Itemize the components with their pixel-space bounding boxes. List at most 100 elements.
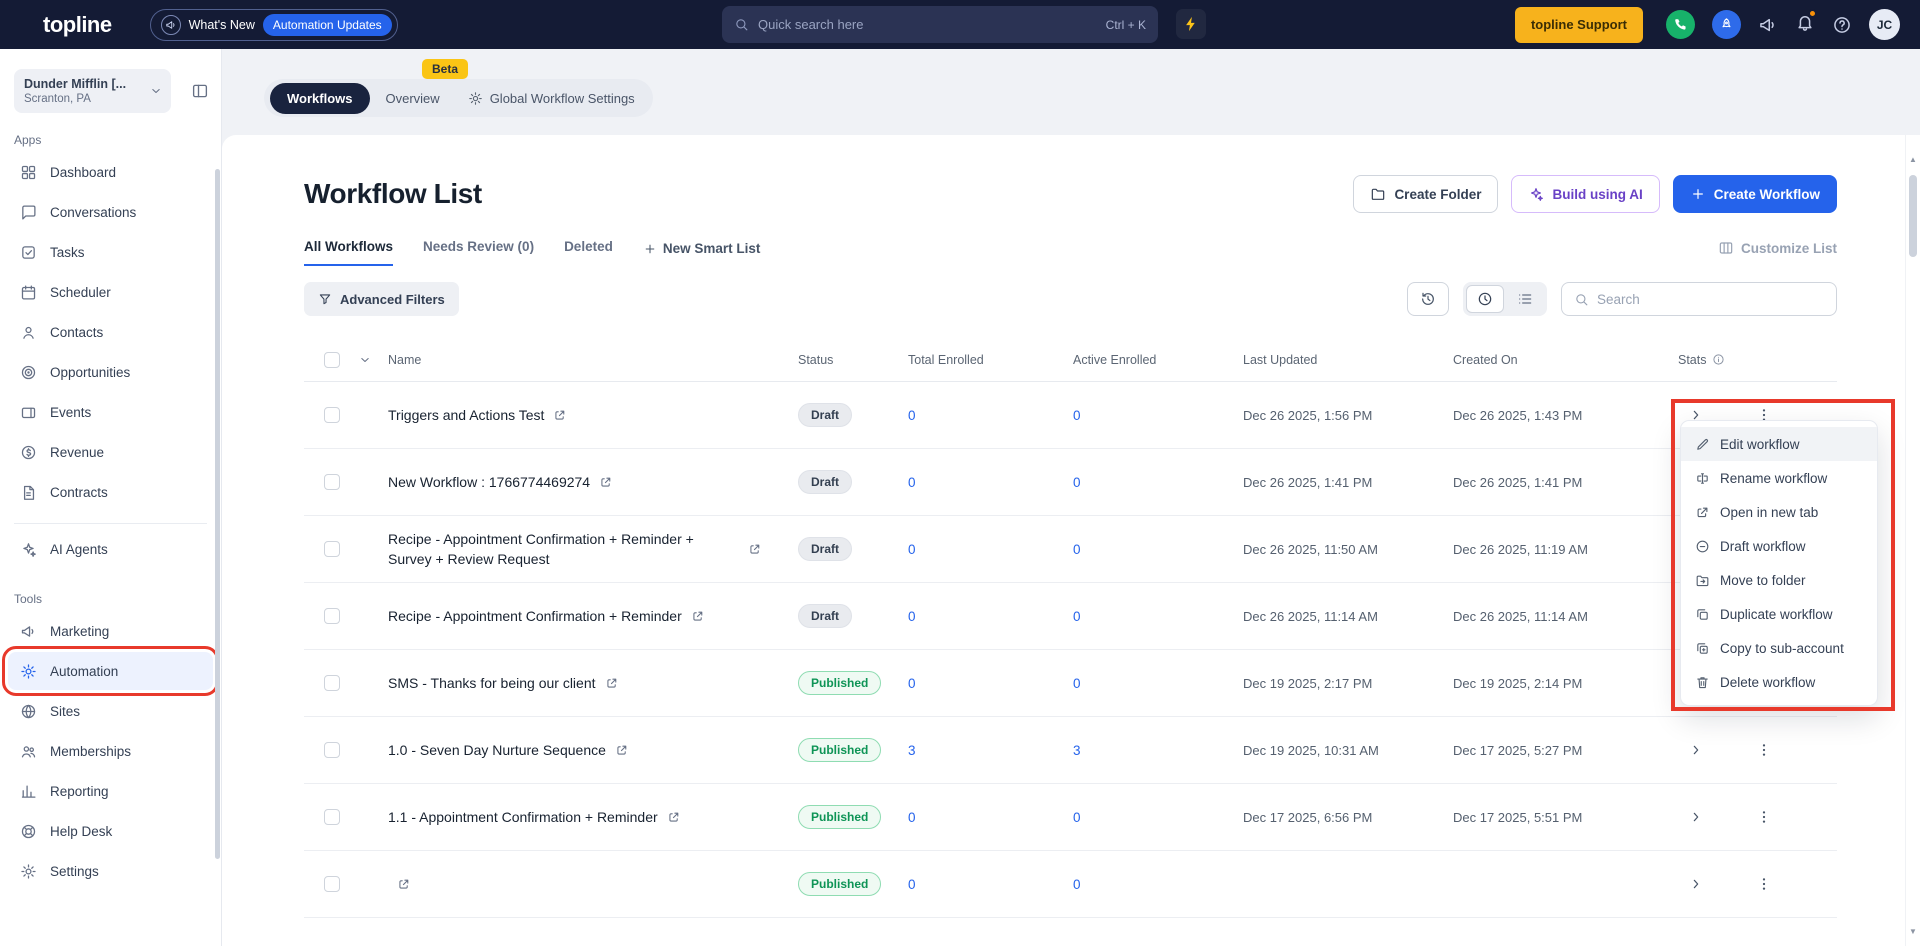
active-enrolled-link[interactable]: 3	[1073, 743, 1243, 758]
open-workflow-icon[interactable]	[615, 743, 629, 757]
scrollbar-thumb[interactable]	[1909, 175, 1917, 257]
panel-scrollbar[interactable]: ▲ ▼	[1905, 135, 1920, 946]
sidebar-item-sites[interactable]: Sites	[8, 692, 213, 730]
tab-needs-review-0[interactable]: Needs Review (0)	[423, 239, 534, 266]
sidebar-item-automation[interactable]: Automation	[8, 652, 213, 690]
active-enrolled-link[interactable]: 0	[1073, 475, 1243, 490]
collapse-sidebar-button[interactable]	[191, 82, 209, 100]
menu-item-move-to-folder[interactable]: Move to folder	[1681, 563, 1877, 597]
open-workflow-icon[interactable]	[553, 408, 567, 422]
menu-item-duplicate-workflow[interactable]: Duplicate workflow	[1681, 597, 1877, 631]
support-button[interactable]: topline Support	[1515, 7, 1643, 43]
open-workflow-icon[interactable]	[397, 877, 411, 891]
expand-all-chevron[interactable]	[358, 353, 372, 367]
sidebar-item-memberships[interactable]: Memberships	[8, 732, 213, 770]
sidebar-item-ai-agents[interactable]: AI Agents	[8, 530, 213, 568]
open-workflow-icon[interactable]	[605, 676, 619, 690]
sidebar-item-events[interactable]: Events	[8, 393, 213, 431]
sidebar-item-help-desk[interactable]: Help Desk	[8, 812, 213, 850]
menu-item-copy-to-sub-account[interactable]: Copy to sub-account	[1681, 631, 1877, 665]
workflow-name[interactable]: Triggers and Actions Test	[388, 405, 544, 425]
total-enrolled-link[interactable]: 0	[908, 810, 1073, 825]
tab-global-workflow-settings[interactable]: Global Workflow Settings	[456, 83, 647, 114]
sidebar-item-contacts[interactable]: Contacts	[8, 313, 213, 351]
row-checkbox[interactable]	[324, 809, 340, 825]
row-checkbox[interactable]	[324, 407, 340, 423]
workflow-name[interactable]: Recipe - Appointment Confirmation + Remi…	[388, 529, 739, 570]
menu-item-open-in-new-tab[interactable]: Open in new tab	[1681, 495, 1877, 529]
row-checkbox[interactable]	[324, 675, 340, 691]
menu-item-rename-workflow[interactable]: Rename workflow	[1681, 461, 1877, 495]
menu-item-draft-workflow[interactable]: Draft workflow	[1681, 529, 1877, 563]
workflow-name[interactable]: 1.0 - Seven Day Nurture Sequence	[388, 740, 606, 760]
total-enrolled-link[interactable]: 0	[908, 475, 1073, 490]
create-workflow-button[interactable]: Create Workflow	[1673, 175, 1837, 213]
customize-list-button[interactable]: Customize List	[1718, 240, 1837, 266]
sidebar-item-reporting[interactable]: Reporting	[8, 772, 213, 810]
row-actions-button[interactable]	[1750, 870, 1778, 898]
announcements-button[interactable]	[1758, 15, 1778, 35]
active-enrolled-link[interactable]: 0	[1073, 877, 1243, 892]
tab-workflows[interactable]: Workflows	[270, 83, 370, 114]
row-actions-button[interactable]	[1750, 803, 1778, 831]
open-workflow-icon[interactable]	[691, 609, 705, 623]
row-checkbox[interactable]	[324, 541, 340, 557]
menu-item-delete-workflow[interactable]: Delete workflow	[1681, 665, 1877, 699]
sidebar-item-scheduler[interactable]: Scheduler	[8, 273, 213, 311]
table-search[interactable]	[1561, 282, 1837, 316]
row-checkbox[interactable]	[324, 742, 340, 758]
row-stats-expand[interactable]	[1688, 876, 1704, 892]
total-enrolled-link[interactable]: 0	[908, 877, 1073, 892]
active-enrolled-link[interactable]: 0	[1073, 810, 1243, 825]
row-checkbox[interactable]	[324, 876, 340, 892]
build-using-ai-button[interactable]: Build using AI	[1511, 175, 1659, 213]
row-stats-expand[interactable]	[1688, 809, 1704, 825]
global-search-input[interactable]	[758, 17, 1097, 32]
time-view-button[interactable]	[1466, 285, 1504, 313]
sidebar-item-revenue[interactable]: Revenue	[8, 433, 213, 471]
row-checkbox[interactable]	[324, 474, 340, 490]
sidebar-item-opportunities[interactable]: Opportunities	[8, 353, 213, 391]
quick-actions-button[interactable]	[1176, 9, 1206, 39]
account-switcher[interactable]: Dunder Mifflin [... Scranton, PA	[14, 69, 171, 113]
enrollment-history-button[interactable]	[1407, 282, 1449, 316]
total-enrolled-link[interactable]: 0	[908, 676, 1073, 691]
advanced-filters-button[interactable]: Advanced Filters	[304, 282, 459, 316]
sidebar-item-conversations[interactable]: Conversations	[8, 193, 213, 231]
help-button[interactable]	[1832, 15, 1852, 35]
new-smart-list-button[interactable]: New Smart List	[643, 241, 761, 266]
workflow-name[interactable]: Recipe - Appointment Confirmation + Remi…	[388, 606, 682, 626]
global-search[interactable]: Ctrl + K	[722, 6, 1158, 43]
sidebar-item-marketing[interactable]: Marketing	[8, 612, 213, 650]
app-logo[interactable]: topline	[43, 12, 112, 38]
open-workflow-icon[interactable]	[599, 475, 613, 489]
total-enrolled-link[interactable]: 0	[908, 542, 1073, 557]
list-view-button[interactable]	[1506, 285, 1544, 313]
tab-all-workflows[interactable]: All Workflows	[304, 239, 393, 266]
select-all-checkbox[interactable]	[324, 352, 340, 368]
phone-button[interactable]	[1666, 10, 1695, 39]
active-enrolled-link[interactable]: 0	[1073, 408, 1243, 423]
row-checkbox[interactable]	[324, 608, 340, 624]
scroll-up-arrow[interactable]: ▲	[1906, 155, 1920, 164]
create-folder-button[interactable]: Create Folder	[1353, 175, 1498, 213]
user-avatar[interactable]: JC	[1869, 9, 1900, 40]
row-actions-button[interactable]	[1750, 736, 1778, 764]
notifications-button[interactable]	[1795, 12, 1815, 37]
sidebar-item-contracts[interactable]: Contracts	[8, 473, 213, 511]
total-enrolled-link[interactable]: 3	[908, 743, 1073, 758]
sidebar-item-dashboard[interactable]: Dashboard	[8, 153, 213, 191]
scroll-down-arrow[interactable]: ▼	[1906, 927, 1920, 936]
workflow-name[interactable]: SMS - Thanks for being our client	[388, 673, 596, 693]
workflow-name[interactable]: New Workflow : 1766774469274	[388, 472, 590, 492]
launchpad-button[interactable]	[1712, 10, 1741, 39]
menu-item-edit-workflow[interactable]: Edit workflow	[1681, 427, 1877, 461]
row-stats-expand[interactable]	[1688, 742, 1704, 758]
sidebar-scrollbar-thumb[interactable]	[215, 169, 220, 859]
sidebar-item-tasks[interactable]: Tasks	[8, 233, 213, 271]
tab-deleted[interactable]: Deleted	[564, 239, 613, 266]
open-workflow-icon[interactable]	[667, 810, 681, 824]
workflow-name[interactable]: 1.1 - Appointment Confirmation + Reminde…	[388, 807, 658, 827]
sidebar-item-settings[interactable]: Settings	[8, 852, 213, 890]
total-enrolled-link[interactable]: 0	[908, 609, 1073, 624]
